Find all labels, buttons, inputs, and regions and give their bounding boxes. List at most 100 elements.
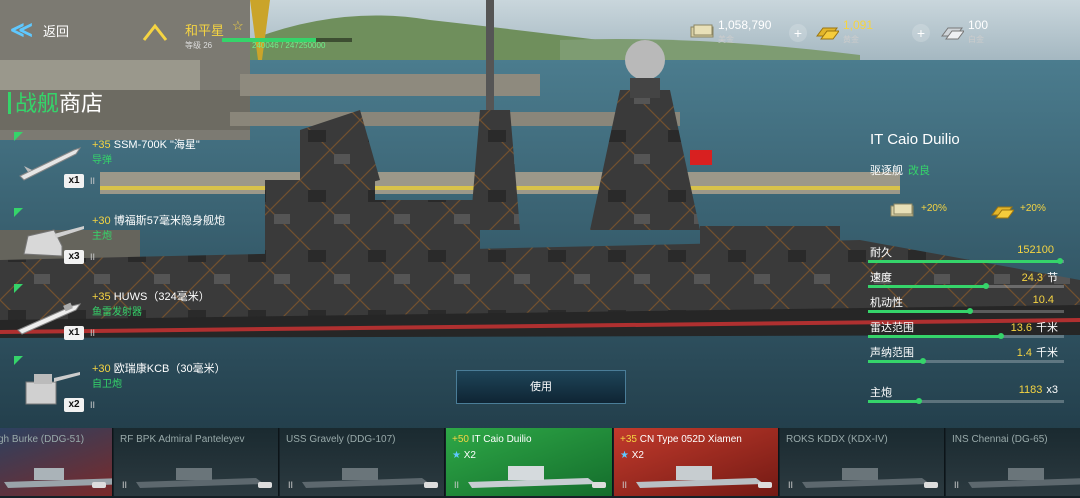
stat-number: 10.4 [1032, 294, 1054, 306]
stat-radar-range: 雷达范围 13.6 千米 [868, 319, 1068, 343]
add-gold-button[interactable]: + [912, 24, 930, 42]
weapon-category: 自卫炮 [92, 379, 122, 390]
ship-card-name: +35 CN Type 052D Xiamen [620, 434, 742, 445]
stat-value: 13.6 千米 [1011, 319, 1058, 335]
shop-title: 战舰商店 [8, 86, 103, 118]
pause-icon: II [454, 480, 460, 490]
stat-bar [868, 398, 1064, 404]
ship-card[interactable]: INS Chennai (DG-65) II [946, 428, 1080, 496]
ship-silhouette-icon [302, 468, 430, 488]
rank-chevron-icon [142, 23, 168, 41]
stat-unit: 节 [1047, 272, 1058, 284]
pause-icon: II [90, 400, 96, 410]
ship-card-title: CN Type 052D Xiamen [639, 434, 742, 445]
weapon-category: 鱼雷发射器 [92, 307, 142, 318]
ship-card-name: +50 IT Caio Duilio [452, 434, 532, 445]
gold-label: 黄金 [843, 35, 859, 44]
ship-card-title: IT Caio Duilio [471, 434, 532, 445]
ship-class: 驱逐舰 [870, 165, 903, 177]
ship-card-tag [424, 482, 438, 488]
title-accent [8, 92, 11, 114]
ship-card-name: RF BPK Admiral Panteleyev [120, 434, 245, 445]
star-icon: ★ [452, 450, 461, 461]
player-name: 和平星 [185, 23, 225, 38]
ship-card-tag [92, 482, 106, 488]
pause-icon: II [954, 480, 960, 490]
shop-title-warships: 战舰 [15, 91, 60, 116]
weapon-slot-missile[interactable]: x1 II +35 SSM-700K "海星" 导弹 [0, 132, 260, 200]
ship-card-tag [258, 482, 272, 488]
weapon-slot-ciws[interactable]: x2 II +30 欧瑞康KCB（30毫米） 自卫炮 [0, 356, 260, 424]
chevron-left-icon: ≪ [10, 17, 34, 42]
stat-value: 152100 [1017, 244, 1058, 256]
pause-icon: II [90, 252, 96, 262]
pause-icon: II [622, 480, 628, 490]
stat-bar [868, 333, 1064, 339]
platinum-label: 白金 [968, 35, 984, 44]
ship-silhouette-icon [136, 468, 264, 488]
stat-unit: x3 [1046, 384, 1058, 396]
gold-icon [991, 206, 1014, 219]
cash-icon [690, 24, 714, 38]
xp-text: 240046 / 247250000 [252, 41, 326, 50]
weapon-name: +35 HUWS（324毫米） [92, 288, 210, 304]
weapon-name: +35 SSM-700K "海星" [92, 136, 200, 152]
shop-title-store: 商店 [59, 91, 104, 116]
ship-card-name: ROKS KDDX (KDX-IV) [786, 434, 888, 445]
stat-durability: 耐久 152100 [868, 244, 1068, 268]
weapon-slot-torpedo[interactable]: x1 II +35 HUWS（324毫米） 鱼雷发射器 [0, 284, 260, 352]
weapon-qty: x1 [64, 174, 84, 188]
ship-type: 驱逐舰 改良 [870, 162, 930, 178]
stat-number: 1183 [1018, 384, 1043, 396]
stat-bar [868, 358, 1064, 364]
gold-bonus: +20% [1020, 203, 1046, 214]
currency-gold: 1,091 黄金 [815, 16, 915, 48]
platinum-value: 100 [968, 18, 989, 32]
back-button[interactable]: ≪ 返回 [10, 17, 69, 42]
stat-label: 速度 [870, 272, 892, 284]
stat-unit: 千米 [1036, 322, 1058, 334]
ship-card-level: +50 [452, 434, 469, 445]
stat-number: 1.4 [1016, 347, 1032, 359]
ship-card-tag [924, 482, 938, 488]
stat-bar [868, 283, 1064, 289]
stat-sonar-range: 声纳范围 1.4 千米 [868, 344, 1068, 368]
stat-label: 机动性 [870, 297, 903, 309]
ship-name: IT Caio Duilio [870, 131, 960, 148]
ship-card-selected[interactable]: +50 IT Caio Duilio ★ X2 II [446, 428, 613, 496]
ship-card-tag [592, 482, 606, 488]
ship-upgrade: 改良 [908, 165, 930, 177]
add-cash-button[interactable]: + [789, 24, 807, 42]
weapon-title: SSM-700K "海星" [113, 139, 200, 151]
ship-card-name: USS Gravely (DDG-107) [286, 434, 396, 445]
weapon-name: +30 博福斯57毫米隐身舰炮 [92, 212, 225, 228]
ship-card[interactable]: +35 CN Type 052D Xiamen ★ X2 II [614, 428, 779, 496]
stat-bar [868, 308, 1064, 314]
stat-value: 1.4 千米 [1017, 344, 1058, 360]
ship-card[interactable]: USS Gravely (DDG-107) II [280, 428, 445, 496]
ship-card[interactable]: RF BPK Admiral Panteleyev II [114, 428, 279, 496]
ship-card[interactable]: gh Burke (DDG-51) [0, 428, 113, 496]
pause-icon: II [288, 480, 294, 490]
ship-card-name: INS Chennai (DG-65) [952, 434, 1048, 445]
ship-carousel: gh Burke (DDG-51) RF BPK Admiral Pantele… [0, 428, 1080, 498]
star-icon: ☆ [232, 18, 244, 33]
ship-silhouette-icon [802, 468, 930, 488]
weapon-title: 博福斯57毫米隐身舰炮 [113, 215, 225, 227]
ship-silhouette-icon [468, 466, 596, 488]
stat-number: 24.3 [1021, 272, 1043, 284]
pause-icon: II [90, 328, 96, 338]
weapon-slot-main-gun[interactable]: x3 II +30 博福斯57毫米隐身舰炮 主炮 [0, 208, 260, 276]
use-button[interactable]: 使用 [456, 370, 626, 404]
player-level: 等级 26 [185, 41, 213, 50]
stat-speed: 速度 24.3 节 [868, 269, 1068, 293]
weapon-qty: x1 [64, 326, 84, 340]
cash-value: 1,058,790 [718, 18, 772, 32]
stat-value: 1183 x3 [1019, 384, 1058, 396]
gold-icon [816, 27, 839, 40]
weapon-category: 导弹 [92, 155, 112, 166]
ship-card[interactable]: ROKS KDDX (KDX-IV) II [780, 428, 945, 496]
stat-maneuverability: 机动性 10.4 [868, 294, 1068, 318]
stat-value: 10.4 [1033, 294, 1058, 306]
weapon-qty: x3 [64, 250, 84, 264]
